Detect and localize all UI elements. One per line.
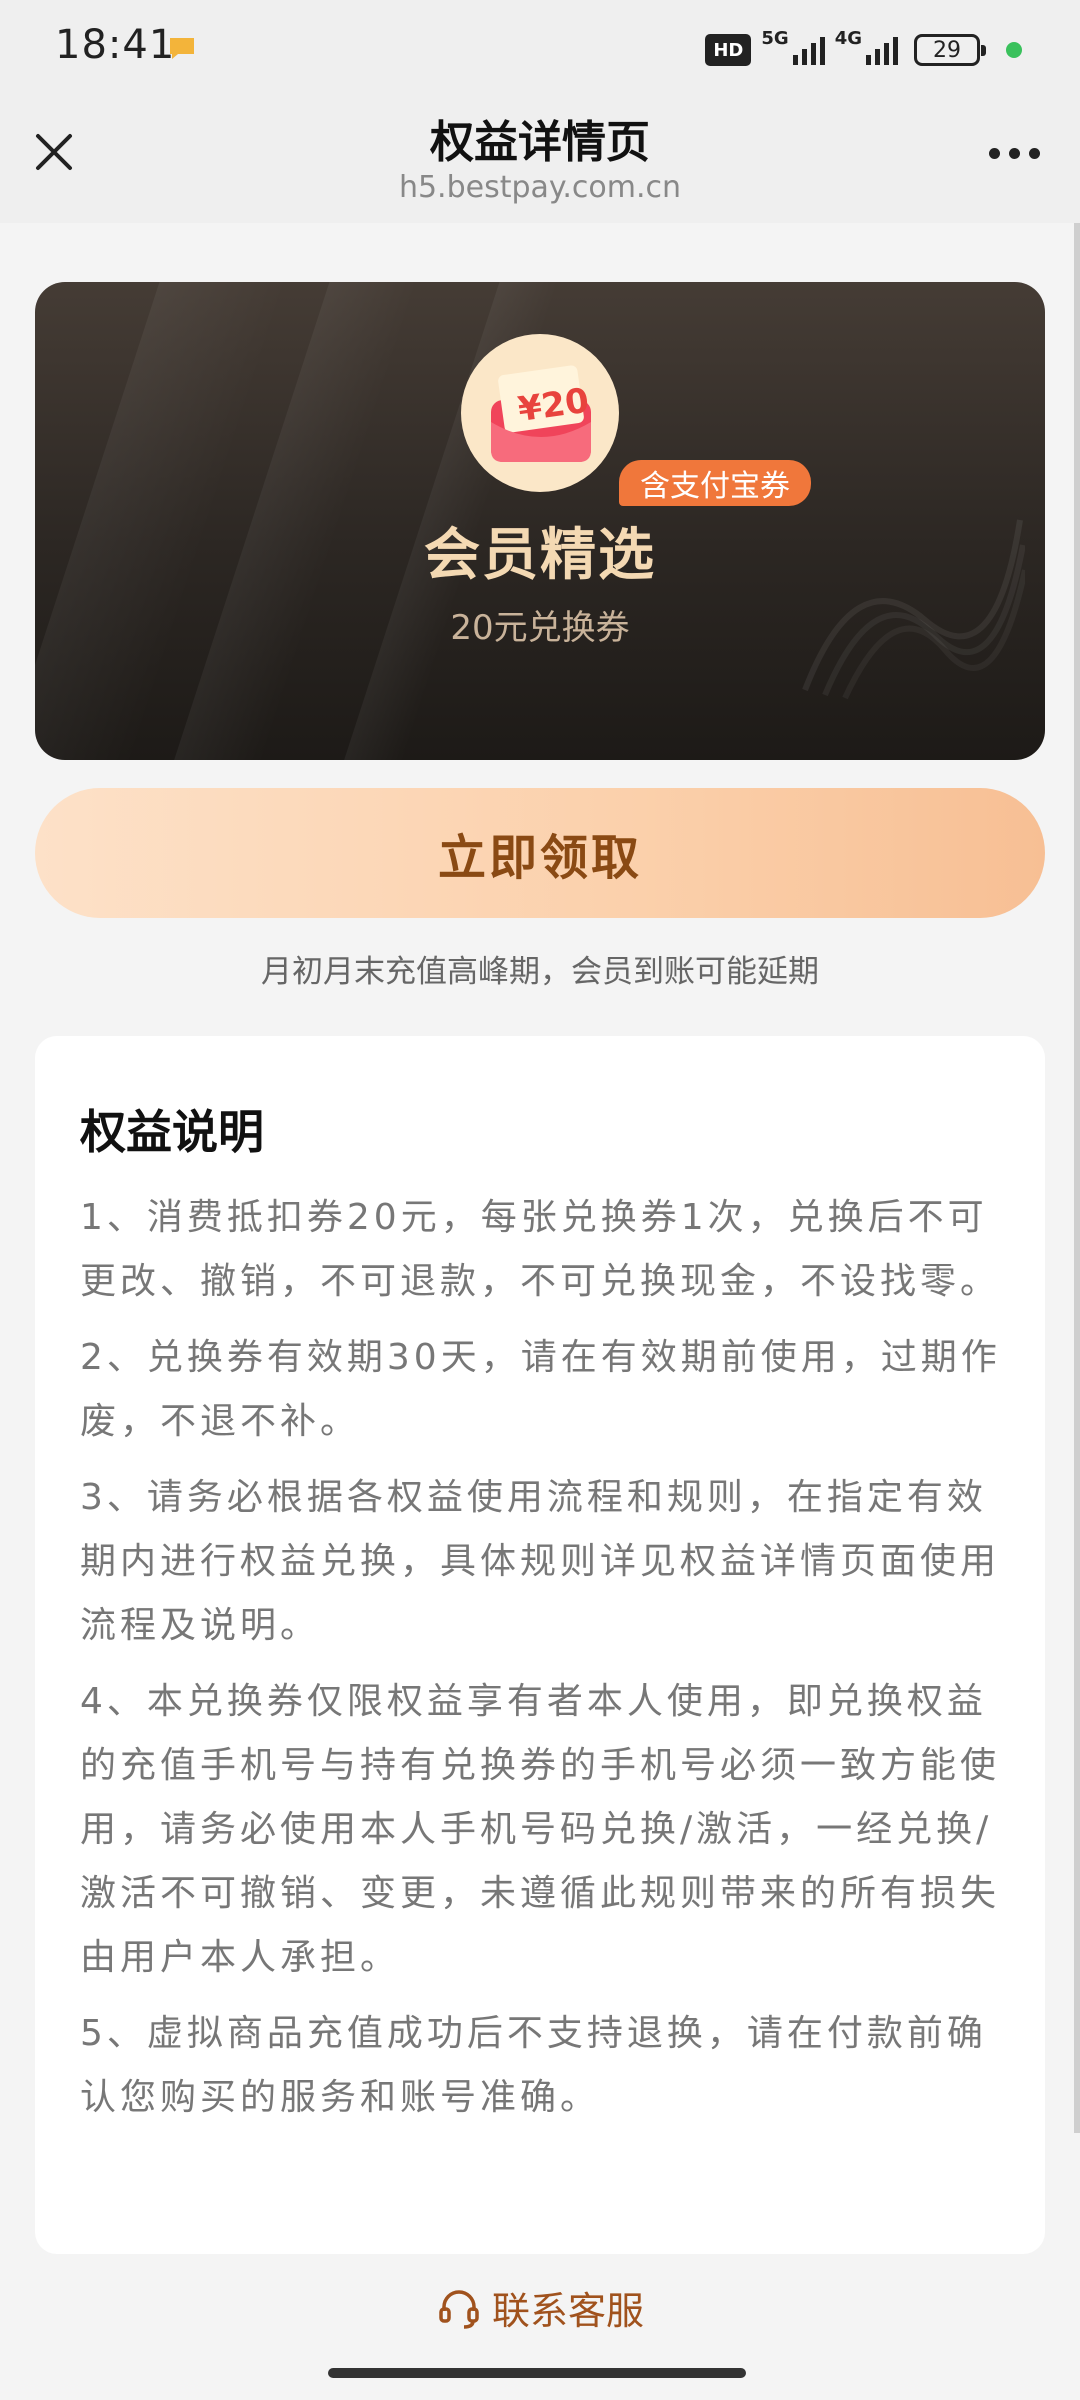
message-notification-icon xyxy=(170,38,194,59)
status-indicators: HD 5G 4G 29 xyxy=(705,28,1022,72)
status-time: 18:41 xyxy=(55,22,176,68)
benefit-subtitle: 20元兑换券 xyxy=(450,608,630,648)
benefit-hero-card: ¥20 含支付宝券 会员精选 20元兑换券 xyxy=(35,282,1045,760)
benefit-title: 会员精选 xyxy=(424,523,656,588)
page-title: 权益详情页 xyxy=(430,117,650,168)
rules-card: 权益说明 1、消费抵扣券20元，每张兑换券1次，兑换后不可更改、撤销，不可退款，… xyxy=(35,1036,1045,2254)
home-indicator[interactable] xyxy=(328,2368,746,2378)
alipay-coupon-tag: 含支付宝券 xyxy=(619,460,811,506)
battery-level: 29 xyxy=(933,37,961,63)
red-envelope-coupon-icon: ¥20 xyxy=(491,365,591,462)
page-url: h5.bestpay.com.cn xyxy=(398,170,682,205)
signal-strength-icon-2 xyxy=(866,35,898,65)
claim-now-button[interactable]: 立即领取 xyxy=(35,788,1045,918)
more-icon[interactable] xyxy=(989,148,1040,159)
peak-period-notice: 月初月末充值高峰期，会员到账可能延期 xyxy=(261,954,819,990)
status-bar: 18:41 HD 5G 4G 29 xyxy=(0,0,1080,98)
privacy-indicator-dot xyxy=(1006,42,1022,58)
hd-voice-badge: HD xyxy=(705,34,752,66)
network-5g-label: 5G xyxy=(761,28,789,49)
rules-list: 1、消费抵扣券20元，每张兑换券1次，兑换后不可更改、撤销，不可退款，不可兑换现… xyxy=(80,1186,1020,2142)
network-4g-label: 4G xyxy=(834,28,862,49)
contact-customer-service-link[interactable]: 联系客服 xyxy=(0,2280,1080,2335)
rule-item: 2、兑换券有效期30天，请在有效期前使用，过期作废，不退不补。 xyxy=(80,1337,1001,1442)
rule-item: 5、虚拟商品充值成功后不支持退换，请在付款前确认您购买的服务和账号准确。 xyxy=(80,2013,987,2118)
scrollbar[interactable] xyxy=(1074,223,1080,2133)
title-bar: 权益详情页 h5.bestpay.com.cn xyxy=(0,98,1080,223)
coupon-badge: ¥20 xyxy=(461,334,619,492)
rule-item: 4、本兑换券仅限权益享有者本人使用，即兑换权益的充值手机号与持有兑换券的手机号必… xyxy=(80,1681,1001,1978)
rule-item: 3、请务必根据各权益使用流程和规则，在指定有效期内进行权益兑换，具体规则详见权益… xyxy=(80,1477,1001,1646)
rules-title: 权益说明 xyxy=(80,1105,264,1159)
signal-strength-icon xyxy=(792,35,825,65)
contact-label: 联系客服 xyxy=(491,2289,644,2333)
battery-icon: 29 xyxy=(914,34,986,66)
rule-item: 1、消费抵扣券20元，每张兑换券1次，兑换后不可更改、撤销，不可退款，不可兑换现… xyxy=(80,1197,1001,1302)
headset-icon xyxy=(439,2289,479,2329)
